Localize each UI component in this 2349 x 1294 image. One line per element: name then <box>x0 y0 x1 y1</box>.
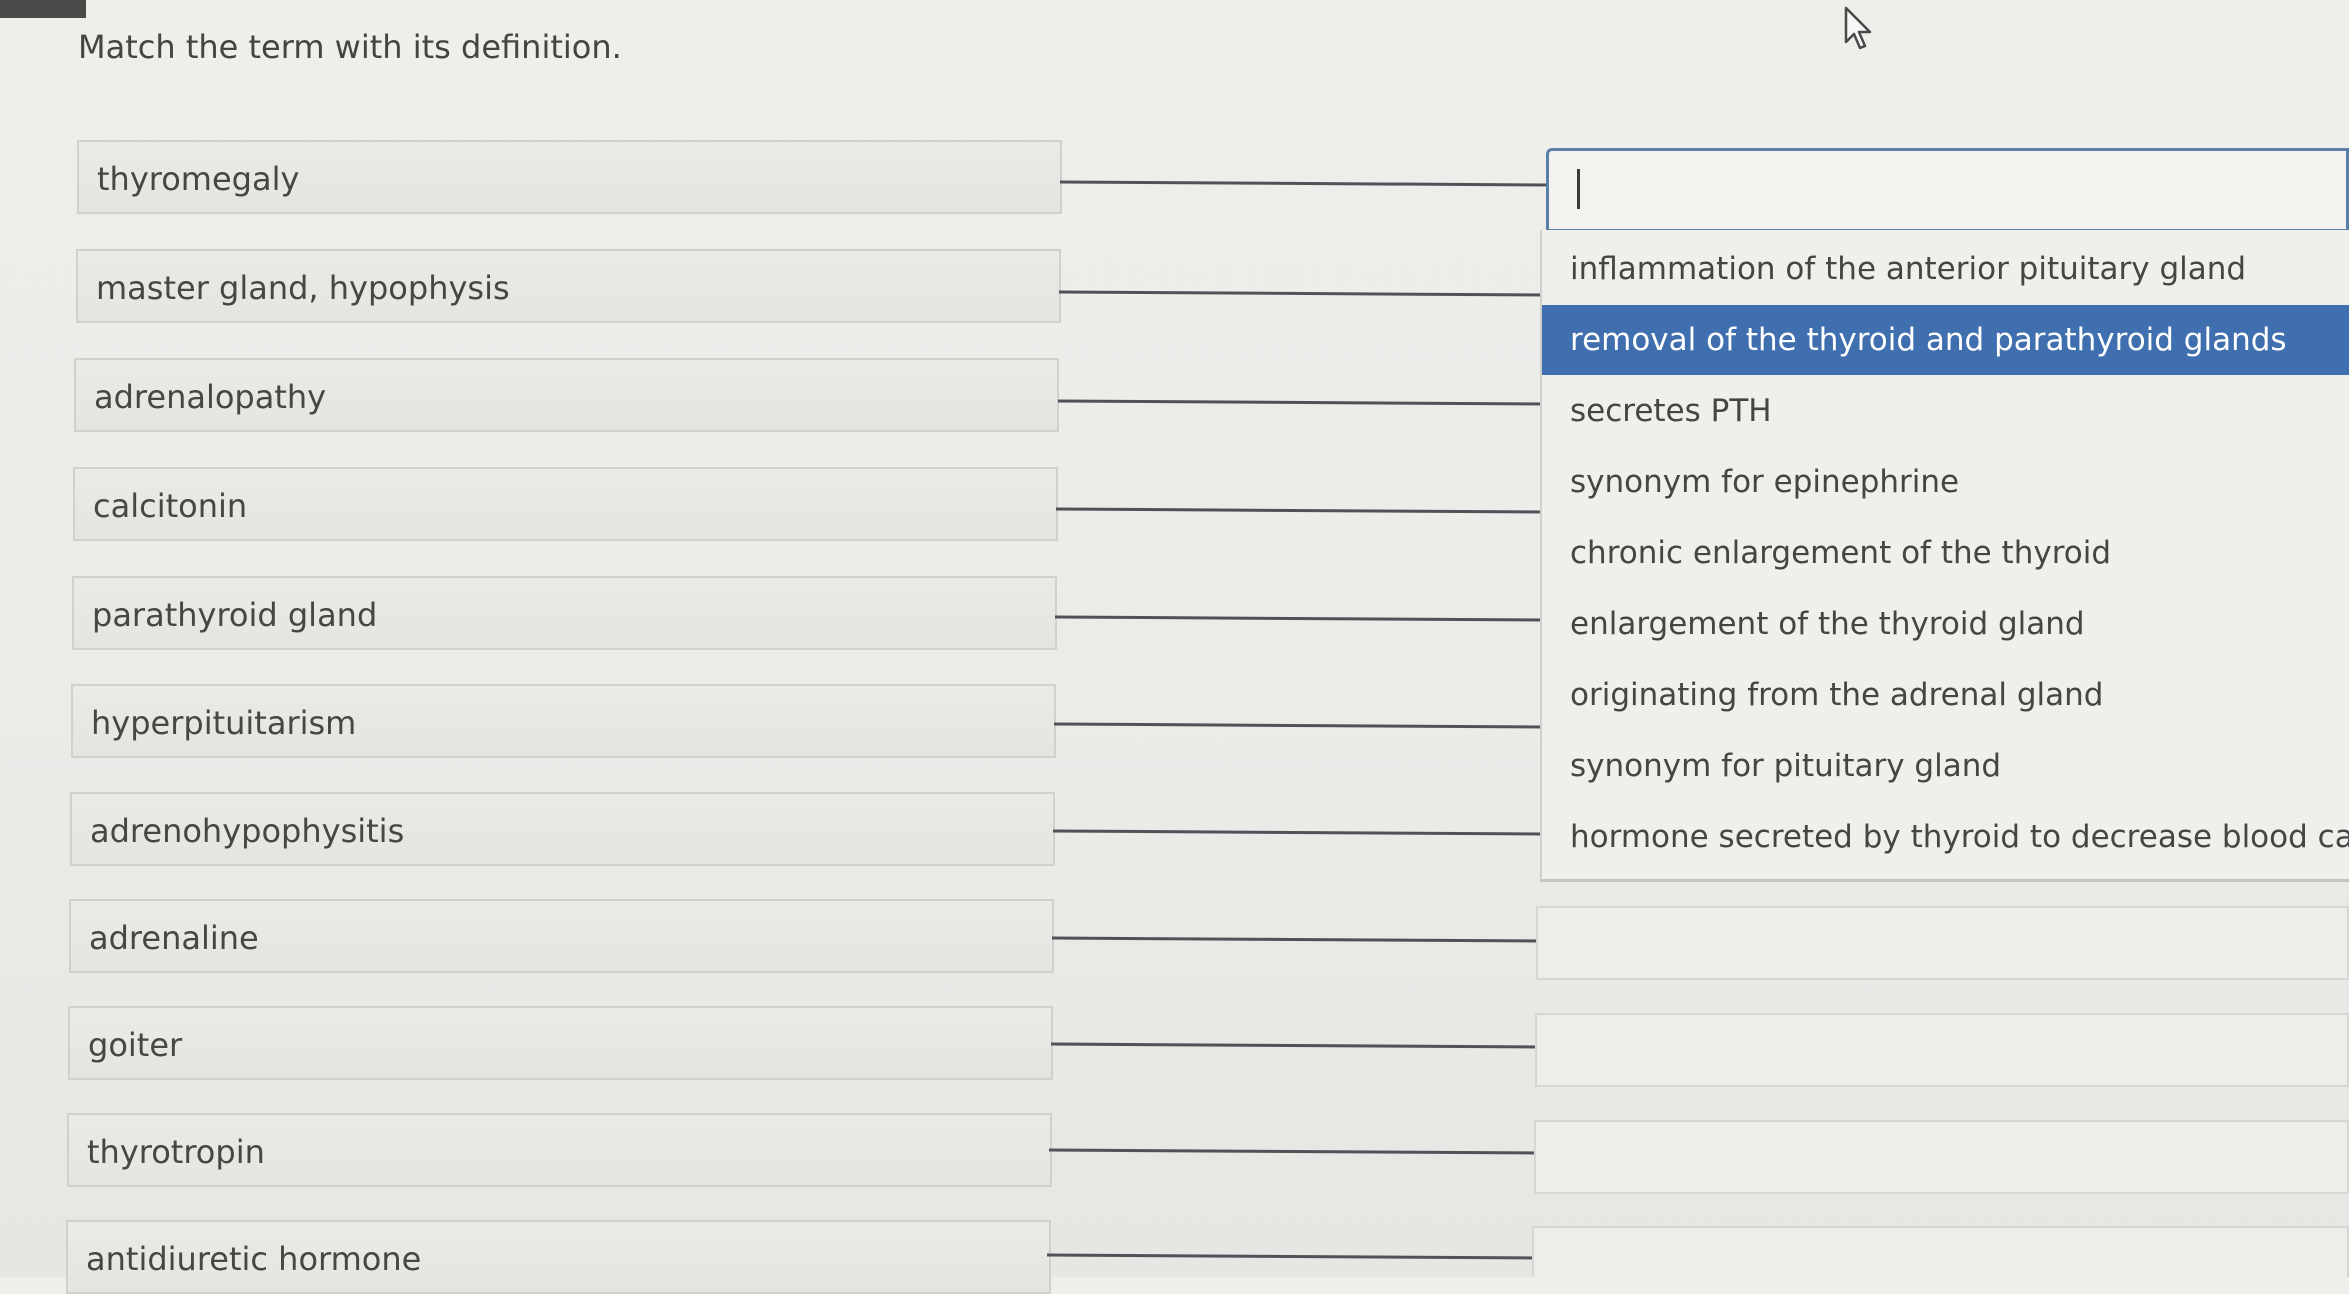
connector-line <box>1054 615 1545 622</box>
connector-line <box>1051 936 1541 943</box>
answer-input-thyrotropin[interactable] <box>1534 1120 2349 1194</box>
answer-input-thyromegaly[interactable] <box>1546 148 2349 232</box>
term-label: adrenaline <box>89 919 259 957</box>
term-box-thyromegaly: thyromegaly <box>77 140 1062 214</box>
dropdown-option[interactable]: hormone secreted by thyroid to decrease … <box>1542 802 2349 872</box>
connector-line <box>1057 399 1548 406</box>
term-box-goiter: goiter <box>68 1006 1053 1080</box>
connector-line <box>1052 829 1543 836</box>
text-caret <box>1577 169 1580 209</box>
connector-line <box>1055 507 1546 514</box>
connector-line <box>1059 180 1551 187</box>
connector-line <box>1050 1042 1540 1049</box>
dropdown-option[interactable]: originating from the adrenal gland <box>1542 660 2349 730</box>
answer-input-antidiuretic-hormone[interactable] <box>1532 1226 2349 1277</box>
term-label: antidiuretic hormone <box>86 1240 422 1278</box>
term-box-thyrotropin: thyrotropin <box>67 1113 1052 1187</box>
term-box-master-gland: master gland, hypophysis <box>76 249 1061 323</box>
term-box-adrenohypophysitis: adrenohypophysitis <box>70 792 1055 866</box>
term-box-adrenaline: adrenaline <box>69 899 1054 973</box>
answer-input-adrenaline[interactable] <box>1536 906 2349 980</box>
term-label: adrenohypophysitis <box>90 812 405 850</box>
connector-line <box>1048 1148 1538 1155</box>
dropdown-option-highlighted[interactable]: removal of the thyroid and parathyroid g… <box>1542 305 2349 375</box>
term-box-adrenalopathy: adrenalopathy <box>74 358 1059 432</box>
term-label: thyromegaly <box>97 160 300 198</box>
top-tab <box>0 0 86 18</box>
dropdown-option[interactable]: synonym for pituitary gland <box>1542 731 2349 801</box>
term-box-parathyroid-gland: parathyroid gland <box>72 576 1057 650</box>
term-label: thyrotropin <box>87 1133 265 1171</box>
mouse-pointer-icon <box>1844 6 1872 50</box>
connector-line <box>1058 290 1550 297</box>
dropdown-option[interactable]: chronic enlargement of the thyroid <box>1542 518 2349 588</box>
answer-input-goiter[interactable] <box>1535 1013 2349 1087</box>
dropdown-option[interactable]: inflammation of the anterior pituitary g… <box>1542 234 2349 304</box>
term-label: master gland, hypophysis <box>96 269 510 307</box>
term-box-antidiuretic-hormone: antidiuretic hormone <box>66 1220 1051 1294</box>
term-box-hyperpituitarism: hyperpituitarism <box>71 684 1056 758</box>
term-label: hyperpituitarism <box>91 704 357 742</box>
term-label: goiter <box>88 1026 183 1064</box>
term-label: calcitonin <box>93 487 248 525</box>
question-prompt: Match the term with its definition. <box>78 28 622 66</box>
term-box-calcitonin: calcitonin <box>73 467 1058 541</box>
dropdown-option[interactable]: synonym for epinephrine <box>1542 447 2349 517</box>
connector-line <box>1053 722 1544 729</box>
term-label: adrenalopathy <box>94 378 327 416</box>
definition-dropdown-list[interactable]: inflammation of the anterior pituitary g… <box>1540 230 2349 882</box>
connector-line <box>1046 1253 1536 1260</box>
dropdown-option[interactable]: secretes PTH <box>1542 376 2349 446</box>
term-label: parathyroid gland <box>92 596 378 634</box>
dropdown-option[interactable]: enlargement of the thyroid gland <box>1542 589 2349 659</box>
